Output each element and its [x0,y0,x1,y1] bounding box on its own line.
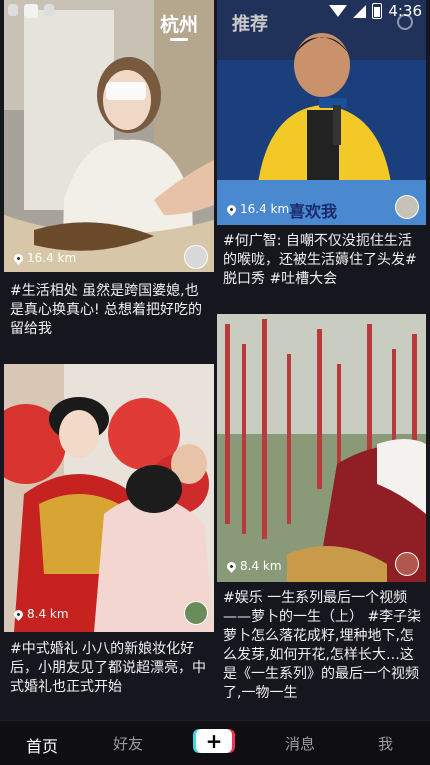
nav-messages[interactable]: 消息 [285,733,315,754]
location-pin-icon [225,202,238,216]
thumbnail-image [217,314,426,582]
notification-icons [8,4,54,18]
location-pin-icon [12,607,25,621]
battery-icon [372,3,383,19]
thumbnail-image [4,364,214,632]
clock: 4:36 [388,2,422,20]
distance-label: 8.4 km [12,607,69,621]
video-thumbnail[interactable] [4,364,214,632]
signal-icon [353,4,367,18]
location-pin-icon [225,559,238,573]
distance-label: 8.4 km [225,559,282,573]
nav-home[interactable]: 首页 [26,733,58,757]
video-card[interactable]: 16.4 km #生活相处 虽然是跨国婆媳,也是真心换真心! 总想着把好吃的留给… [4,0,214,350]
video-card[interactable]: 喜欢我 16.4 km #何广智: 自嘲不仅没扼住生活的喉咙，还被生活薅住了头发… [217,0,426,300]
plus-icon: + [205,729,223,753]
video-caption[interactable]: #生活相处 虽然是跨国婆媳,也是真心换真心! 总想着把好吃的留给我 [10,282,208,339]
video-caption[interactable]: #何广智: 自嘲不仅没扼住生活的喉咙，还被生活薅住了头发#脱口秀 #吐槽大会 [223,232,423,289]
nav-me[interactable]: 我 [378,733,393,754]
text-notification-icon [44,4,54,16]
active-tab-indicator [170,38,188,41]
image-notification-icon [8,4,18,16]
video-caption[interactable]: #娱乐 一生系列最后一个视频——萝卜的一生（上） #李子柒 萝卜怎么落花成籽,埋… [223,589,423,703]
app-notification-icon [24,4,38,18]
video-card[interactable]: 8.4 km #中式婚礼 小八的新娘妆化好后，小朋友见了都说超漂亮，中式婚礼也正… [4,364,214,697]
author-avatar[interactable] [184,245,208,269]
nav-friends[interactable]: 好友 [113,733,143,754]
bottom-nav: 首页 好友 + 消息 我 [0,720,430,765]
author-avatar[interactable] [184,601,208,625]
video-overlay-text: 喜欢我 [289,202,338,221]
distance-label: 16.4 km [12,251,76,265]
author-avatar[interactable] [395,195,419,219]
author-avatar[interactable] [395,552,419,576]
video-card[interactable]: 8.4 km #娱乐 一生系列最后一个视频——萝卜的一生（上） #李子柒 萝卜怎… [217,314,426,701]
wifi-icon [329,5,348,17]
distance-label: 16.4 km [225,202,289,216]
location-pin-icon [12,251,25,265]
video-thumbnail[interactable] [217,314,426,582]
create-button[interactable]: + [196,729,232,753]
video-caption[interactable]: #中式婚礼 小八的新娘妆化好后，小朋友见了都说超漂亮，中式婚礼也正式开始 [10,640,208,697]
status-bar: 4:36 [0,0,430,26]
